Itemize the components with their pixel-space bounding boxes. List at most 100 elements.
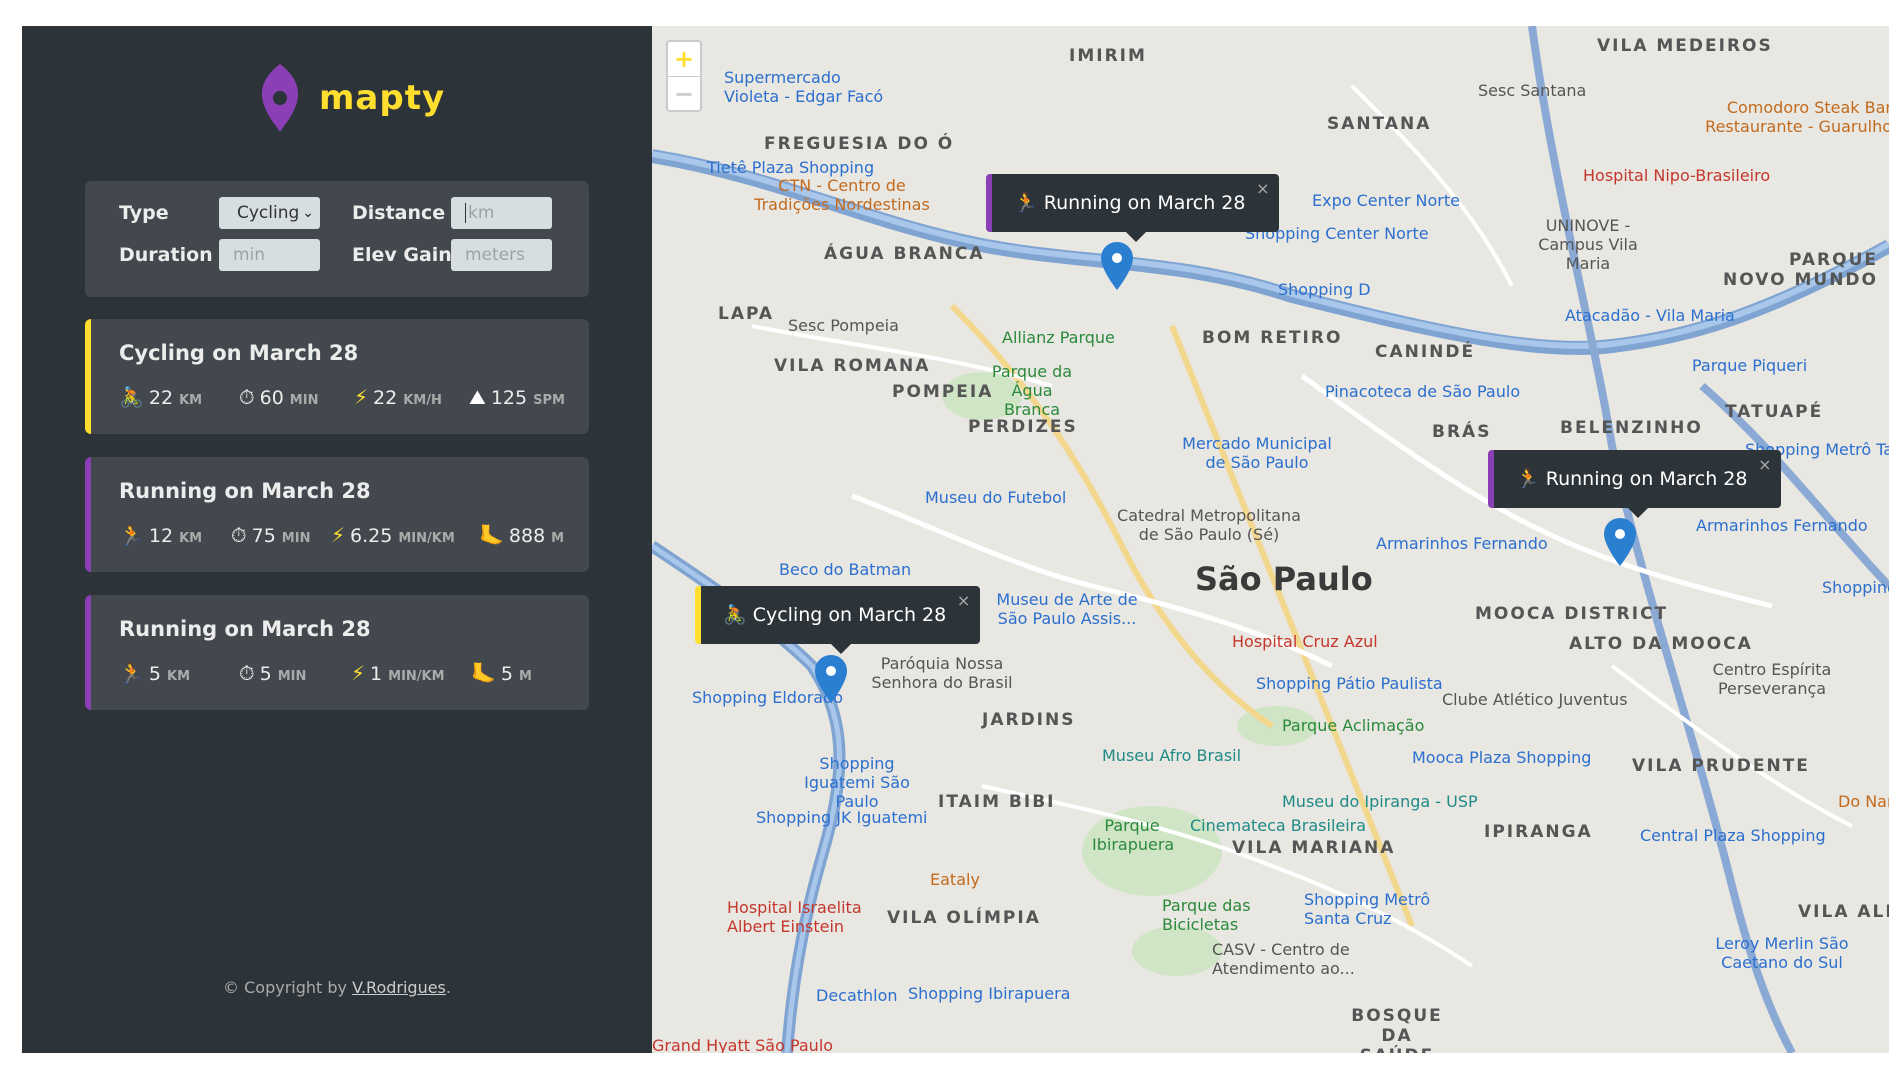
place-label[interactable]: Parque da Água Branca (982, 362, 1082, 419)
place-label[interactable]: Shopping Ibirapuera (908, 984, 1070, 1003)
chevron-down-icon: ⌄ (302, 205, 314, 221)
district-label: ALTO DA MOOCA (1569, 634, 1753, 654)
place-label[interactable]: Mooca Plaza Shopping (1412, 748, 1591, 767)
place-label[interactable]: Sesc Santana (1478, 81, 1586, 100)
place-label[interactable]: Hospital Israelita Albert Einstein (727, 898, 877, 936)
location-marker-icon[interactable] (815, 655, 847, 703)
distance-label: Distance (352, 202, 446, 224)
place-label[interactable]: Comodoro Steak Bar Restaurante - Guarulh… (1692, 98, 1889, 136)
workout-item-running[interactable]: Running on March 28 🏃 12 KM ⏱ 75 MIN ⚡ 6.25 MI… (85, 457, 589, 572)
stopwatch-icon: ⏱ (239, 385, 255, 409)
pace-value: 6.25 (350, 525, 393, 547)
place-label[interactable]: Parque das Bicicletas (1162, 896, 1262, 934)
place-label[interactable]: Museu Afro Brasil (1102, 746, 1241, 765)
place-label[interactable]: Hospital Cruz Azul (1232, 632, 1378, 651)
duration-input[interactable]: min (219, 239, 320, 271)
place-label[interactable]: Parque Ibirapuera (1092, 816, 1174, 854)
district-label: VILA MEDEIROS (1597, 36, 1773, 56)
zoom-in-button[interactable]: + (668, 42, 700, 77)
place-label[interactable]: UNINOVE - Campus Vila Maria (1518, 216, 1658, 273)
workout-popup[interactable]: 🏃 Running on March 28 × (986, 174, 1280, 242)
place-label[interactable]: Leroy Merlin São Caetano do Sul (1712, 934, 1852, 972)
workout-duration: ⏱ 5 MIN (239, 661, 306, 685)
district-label: VILA ALPI (1798, 902, 1889, 922)
place-label[interactable]: Mercado Municipal de São Paulo (1182, 434, 1332, 472)
duration-unit: MIN (281, 531, 311, 546)
place-label[interactable]: Shopping Iguatemi São Paulo (782, 754, 932, 811)
place-label[interactable]: Parque Piqueri (1692, 356, 1807, 375)
district-label: VILA PRUDENTE (1632, 756, 1810, 776)
place-label[interactable]: Cinemateca Brasileira (1190, 816, 1366, 835)
place-label[interactable]: Tietê Plaza Shopping (707, 158, 874, 177)
district-label: VILA ROMANA (774, 356, 931, 376)
lightning-icon: ⚡ (354, 385, 369, 409)
runner-icon: 🏃 (119, 523, 144, 547)
location-marker-icon[interactable] (1101, 242, 1133, 290)
place-label[interactable]: Allianz Parque (1002, 328, 1115, 347)
workout-cadence: 🦶 888 M (479, 523, 564, 547)
elevation-value: 125 (490, 387, 528, 409)
type-select[interactable]: Cycling ⌄ (219, 197, 320, 229)
place-label[interactable]: Beco do Batman (779, 560, 911, 579)
district-label: CANINDÉ (1375, 342, 1476, 362)
place-label[interactable]: Eataly (930, 870, 980, 889)
location-marker-icon[interactable] (1604, 518, 1636, 566)
place-label[interactable]: Shopping (1822, 578, 1889, 597)
app-window: mapty Type Cycling ⌄ Distance km Duratio… (22, 26, 1889, 1053)
place-label[interactable]: CTN - Centro de Tradições Nordestinas (752, 176, 932, 214)
zoom-out-button[interactable]: − (668, 77, 700, 111)
workout-popup[interactable]: 🚴 Cycling on March 28 × (695, 586, 981, 654)
elev-gain-input[interactable]: meters (451, 239, 552, 271)
district-label: IPIRANGA (1484, 822, 1593, 842)
place-label[interactable]: Museu do Ipiranga - USP (1282, 792, 1478, 811)
district-label: FREGUESIA DO Ó (764, 134, 955, 154)
distance-input[interactable]: km (451, 197, 552, 229)
type-select-value: Cycling (237, 203, 300, 223)
cadence-value: 888 (508, 525, 546, 547)
place-label[interactable]: Expo Center Norte (1312, 191, 1460, 210)
place-label[interactable]: Museu de Arte de São Paulo Assis... (992, 590, 1142, 628)
cadence-value: 5 (500, 663, 513, 685)
place-label[interactable]: Grand Hyatt São Paulo (652, 1036, 833, 1053)
stopwatch-icon: ⏱ (239, 661, 255, 685)
place-label[interactable]: Hospital Nipo-Brasileiro (1583, 166, 1770, 185)
duration-placeholder: min (233, 245, 266, 265)
popup-text: Running on March 28 (1545, 468, 1748, 490)
text-cursor (465, 203, 466, 223)
workout-item-running[interactable]: Running on March 28 🏃 5 KM ⏱ 5 MIN ⚡ 1 MIN/KM … (85, 595, 589, 710)
place-label[interactable]: Shopping Pátio Paulista (1256, 674, 1443, 693)
author-link[interactable]: V.Rodrigues (352, 978, 446, 997)
place-label[interactable]: Armarinhos Fernando (1376, 534, 1548, 553)
popup-text: Cycling on March 28 (752, 604, 947, 626)
place-label[interactable]: Shopping JK Iguatemi (756, 808, 928, 827)
workout-item-cycling[interactable]: Cycling on March 28 🚴 22 KM ⏱ 60 MIN ⚡ 22 KM/H… (85, 319, 589, 434)
place-label[interactable]: Atacadão - Vila Maria (1565, 306, 1735, 325)
close-icon[interactable]: × (1256, 160, 1269, 218)
district-label: POMPEIA (892, 382, 994, 402)
place-label[interactable]: Sesc Pompeia (788, 316, 899, 335)
place-label[interactable]: Paróquia Nossa Senhora do Brasil (862, 654, 1022, 692)
place-label[interactable]: Pinacoteca de São Paulo (1325, 382, 1520, 401)
place-label[interactable]: Catedral Metropolitana de São Paulo (Sé) (1114, 506, 1304, 544)
place-label[interactable]: Supermercado Violeta - Edgar Facó (724, 68, 894, 106)
place-label[interactable]: Parque Aclimação (1282, 716, 1424, 735)
place-label[interactable]: Shopping D (1278, 280, 1371, 299)
place-label[interactable]: Clube Atlético Juventus (1442, 690, 1628, 709)
place-label[interactable]: Armarinhos Fernando (1696, 516, 1868, 535)
workout-duration: ⏱ 75 MIN (231, 523, 310, 547)
place-label[interactable]: Do Nan (1838, 792, 1889, 811)
close-icon[interactable]: × (957, 572, 970, 630)
place-label[interactable]: CASV - Centro de Atendimento ao... (1212, 940, 1382, 978)
map[interactable]: + − IMIRIM VILA MEDEIROS SANTANA FREGUES… (652, 26, 1889, 1053)
district-label: TATUAPÉ (1725, 402, 1824, 422)
district-label: VILA OLÍMPIA (887, 908, 1041, 928)
place-label[interactable]: Central Plaza Shopping (1640, 826, 1826, 845)
place-label[interactable]: Museu do Futebol (925, 488, 1066, 507)
workout-distance: 🚴 22 KM (119, 385, 202, 409)
place-label[interactable]: Decathlon (816, 986, 898, 1005)
place-label[interactable]: Centro Espírita Perseverança (1707, 660, 1837, 698)
workout-popup[interactable]: 🏃 Running on March 28 × (1488, 450, 1782, 518)
district-label: PERDIZES (968, 417, 1078, 437)
close-icon[interactable]: × (1758, 436, 1771, 494)
place-label[interactable]: Shopping Metrô Santa Cruz (1304, 890, 1434, 928)
